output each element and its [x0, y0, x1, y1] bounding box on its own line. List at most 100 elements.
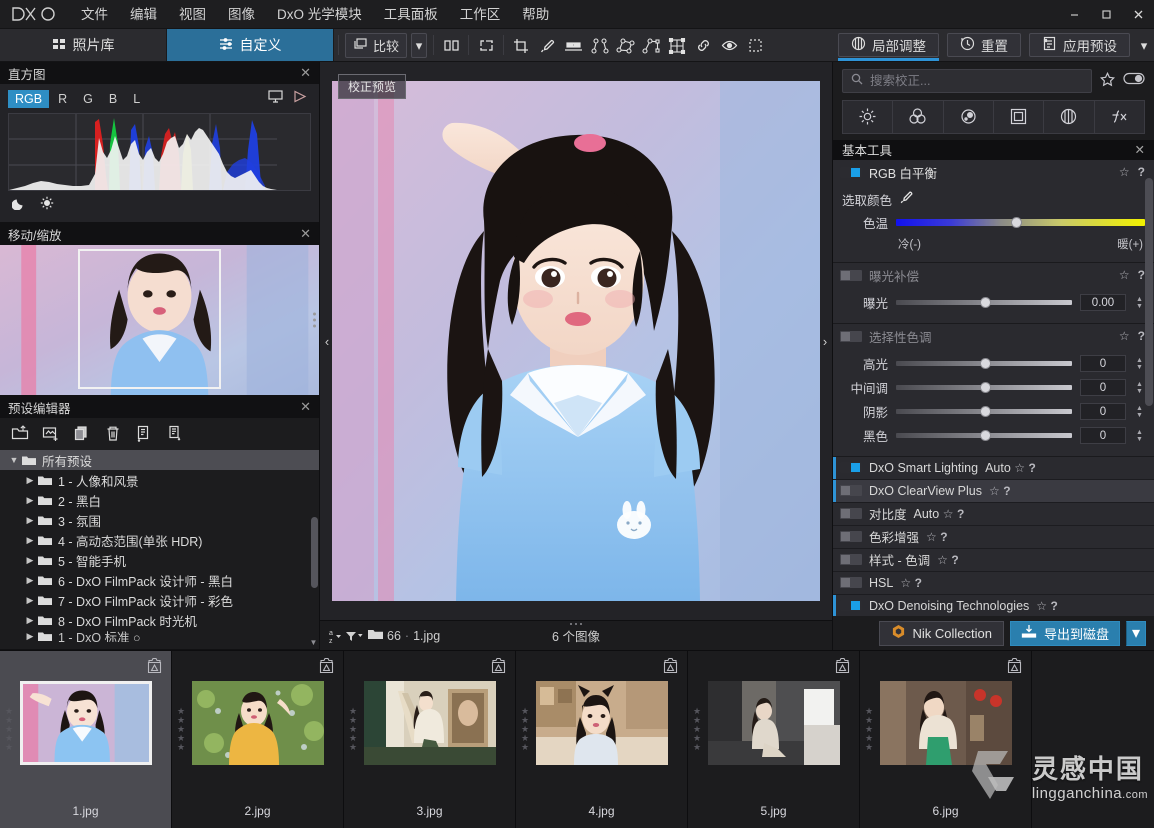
- selective-tone-header[interactable]: 选择性色调 ☆ ?: [833, 324, 1154, 349]
- pick-color-row[interactable]: 选取颜色: [842, 188, 1145, 211]
- chevron-down-icon[interactable]: ▼: [6, 455, 22, 465]
- chevron-right-icon[interactable]: ▶: [22, 575, 38, 586]
- filmstrip-item-2[interactable]: ★★★★★ 2.jpg: [172, 651, 344, 828]
- menu-optics-modules[interactable]: DxO 光学模块: [266, 0, 373, 29]
- star-icon[interactable]: ☆: [1119, 268, 1130, 282]
- help-icon[interactable]: ?: [1138, 329, 1145, 343]
- exposure-toggle[interactable]: [840, 270, 862, 281]
- navigator-crop-rect[interactable]: [78, 249, 221, 389]
- midtones-slider[interactable]: [896, 381, 1072, 395]
- selective-tone-toggle[interactable]: [840, 331, 862, 342]
- preview-eye-icon[interactable]: [717, 33, 741, 58]
- export-preset-icon[interactable]: [130, 421, 158, 445]
- tool-row-smart-lighting[interactable]: DxO Smart Lighting Auto ☆ ?: [833, 457, 1154, 480]
- help-icon[interactable]: ?: [1003, 484, 1010, 498]
- filmstrip-item-6[interactable]: ★★★★★ 6.jpg: [860, 651, 1032, 828]
- chevron-right-icon[interactable]: ▶: [22, 475, 38, 486]
- star-icon[interactable]: ☆: [926, 530, 937, 544]
- panel-resize-grip[interactable]: [570, 623, 582, 625]
- star-icon[interactable]: ☆: [1119, 165, 1130, 179]
- highlight-clip-icon[interactable]: [40, 196, 54, 215]
- image-viewer[interactable]: 校正预览 ‹ ›: [320, 62, 832, 620]
- tab-photo-library[interactable]: 照片库: [0, 29, 167, 61]
- star-icon[interactable]: ☆: [937, 553, 948, 567]
- filmstrip-item-4[interactable]: ★★★★★ 4.: [516, 651, 688, 828]
- chevron-right-icon[interactable]: ▶: [22, 535, 38, 546]
- search-input[interactable]: [870, 74, 1083, 88]
- category-geometry[interactable]: [994, 101, 1044, 133]
- nik-collection-button[interactable]: Nik Collection: [879, 621, 1004, 646]
- filmstrip-item-1[interactable]: ★★★★★ 1.jpg: [0, 651, 172, 828]
- preset-folder-6[interactable]: ▶ 6 - DxO FilmPack 设计师 - 黑白: [0, 570, 319, 590]
- chevron-right-icon[interactable]: ▶: [22, 631, 38, 642]
- filmstrip-item-3[interactable]: ★★★★★ 3.: [344, 651, 516, 828]
- maximize-button[interactable]: [1090, 0, 1122, 29]
- tool-row-hsl[interactable]: HSL ☆ ?: [833, 572, 1154, 595]
- menu-image[interactable]: 图像: [217, 0, 266, 29]
- minimize-button[interactable]: [1058, 0, 1090, 29]
- clearview-plus-toggle[interactable]: [840, 485, 862, 496]
- category-color[interactable]: [893, 101, 943, 133]
- blacks-slider[interactable]: [896, 429, 1072, 443]
- preset-folder-5[interactable]: ▶ 5 - 智能手机: [0, 550, 319, 570]
- horizon-level-icon[interactable]: [561, 33, 585, 58]
- monitor-icon[interactable]: [268, 90, 283, 108]
- tool-row-style-toning[interactable]: 样式 - 色调 ☆ ?: [833, 549, 1154, 572]
- smart-lighting-auto-badge[interactable]: Auto: [985, 461, 1011, 475]
- chevron-right-icon[interactable]: ▶: [22, 555, 38, 566]
- filter-icon[interactable]: [345, 630, 364, 643]
- collapse-left-panel-button[interactable]: ‹: [320, 321, 334, 361]
- help-icon[interactable]: ?: [1138, 165, 1145, 179]
- channel-rgb[interactable]: RGB: [8, 90, 49, 108]
- preset-folder-2[interactable]: ▶ 2 - 黑白: [0, 490, 319, 510]
- close-button[interactable]: [1122, 0, 1154, 29]
- scroll-down-icon[interactable]: ▼: [309, 638, 318, 647]
- eyedropper-icon[interactable]: [899, 190, 914, 208]
- star-icon[interactable]: ☆: [1036, 599, 1047, 613]
- category-detail[interactable]: [944, 101, 994, 133]
- contrast-toggle[interactable]: [840, 508, 862, 519]
- preset-folder-7[interactable]: ▶ 7 - DxO FilmPack 设计师 - 彩色: [0, 590, 319, 610]
- category-light[interactable]: [843, 101, 893, 133]
- import-preset-icon[interactable]: [6, 421, 34, 445]
- sort-az-icon[interactable]: a z: [328, 629, 341, 644]
- channel-g[interactable]: G: [76, 90, 100, 108]
- tab-customize[interactable]: 自定义: [167, 29, 334, 61]
- help-icon[interactable]: ?: [951, 553, 958, 567]
- exposure-value[interactable]: 0.00: [1080, 294, 1126, 311]
- highlights-value[interactable]: 0: [1080, 355, 1126, 372]
- contrast-auto-badge[interactable]: Auto: [914, 507, 940, 521]
- preset-tree-scrollbar[interactable]: [311, 450, 318, 647]
- category-fx[interactable]: [1095, 101, 1144, 133]
- export-dropdown-button[interactable]: ▾: [1126, 621, 1146, 646]
- perspective-parallel-icon[interactable]: [587, 33, 611, 58]
- tab-local-adjustments[interactable]: 局部调整: [838, 33, 939, 57]
- gamut-warning-icon[interactable]: [293, 90, 307, 108]
- help-icon[interactable]: ?: [940, 530, 947, 544]
- highlights-stepper[interactable]: ▲▼: [1134, 357, 1145, 371]
- preset-tree-root[interactable]: ▼ 所有预设: [0, 450, 319, 470]
- hsl-toggle[interactable]: [840, 577, 862, 588]
- help-icon[interactable]: ?: [957, 507, 964, 521]
- delete-preset-icon[interactable]: [99, 421, 127, 445]
- new-preset-icon[interactable]: [37, 421, 65, 445]
- preset-folder-3[interactable]: ▶ 3 - 氛围: [0, 510, 319, 530]
- compare-dropdown[interactable]: ▾: [411, 33, 427, 58]
- tool-row-clearview-plus[interactable]: DxO ClearView Plus ☆ ?: [833, 480, 1154, 503]
- smart-lighting-toggle[interactable]: [840, 462, 862, 473]
- collapse-right-panel-button[interactable]: ›: [818, 321, 832, 361]
- star-icon[interactable]: ☆: [943, 507, 954, 521]
- tool-list-scrollbar[interactable]: [1145, 140, 1153, 616]
- channel-l[interactable]: L: [126, 90, 147, 108]
- star-icon[interactable]: ☆: [900, 576, 911, 590]
- tool-row-color-accentuation[interactable]: 色彩增强 ☆ ?: [833, 526, 1154, 549]
- blacks-stepper[interactable]: ▲▼: [1134, 429, 1145, 443]
- navigator-preview[interactable]: [0, 245, 319, 395]
- rating-stars[interactable]: ★★★★★: [865, 707, 873, 752]
- rating-stars[interactable]: ★★★★★: [5, 707, 13, 752]
- marquee-select-icon[interactable]: [743, 33, 767, 58]
- menu-tool-palettes[interactable]: 工具面板: [373, 0, 449, 29]
- help-icon[interactable]: ?: [915, 576, 922, 590]
- blacks-value[interactable]: 0: [1080, 427, 1126, 444]
- star-icon[interactable]: ☆: [1014, 461, 1025, 475]
